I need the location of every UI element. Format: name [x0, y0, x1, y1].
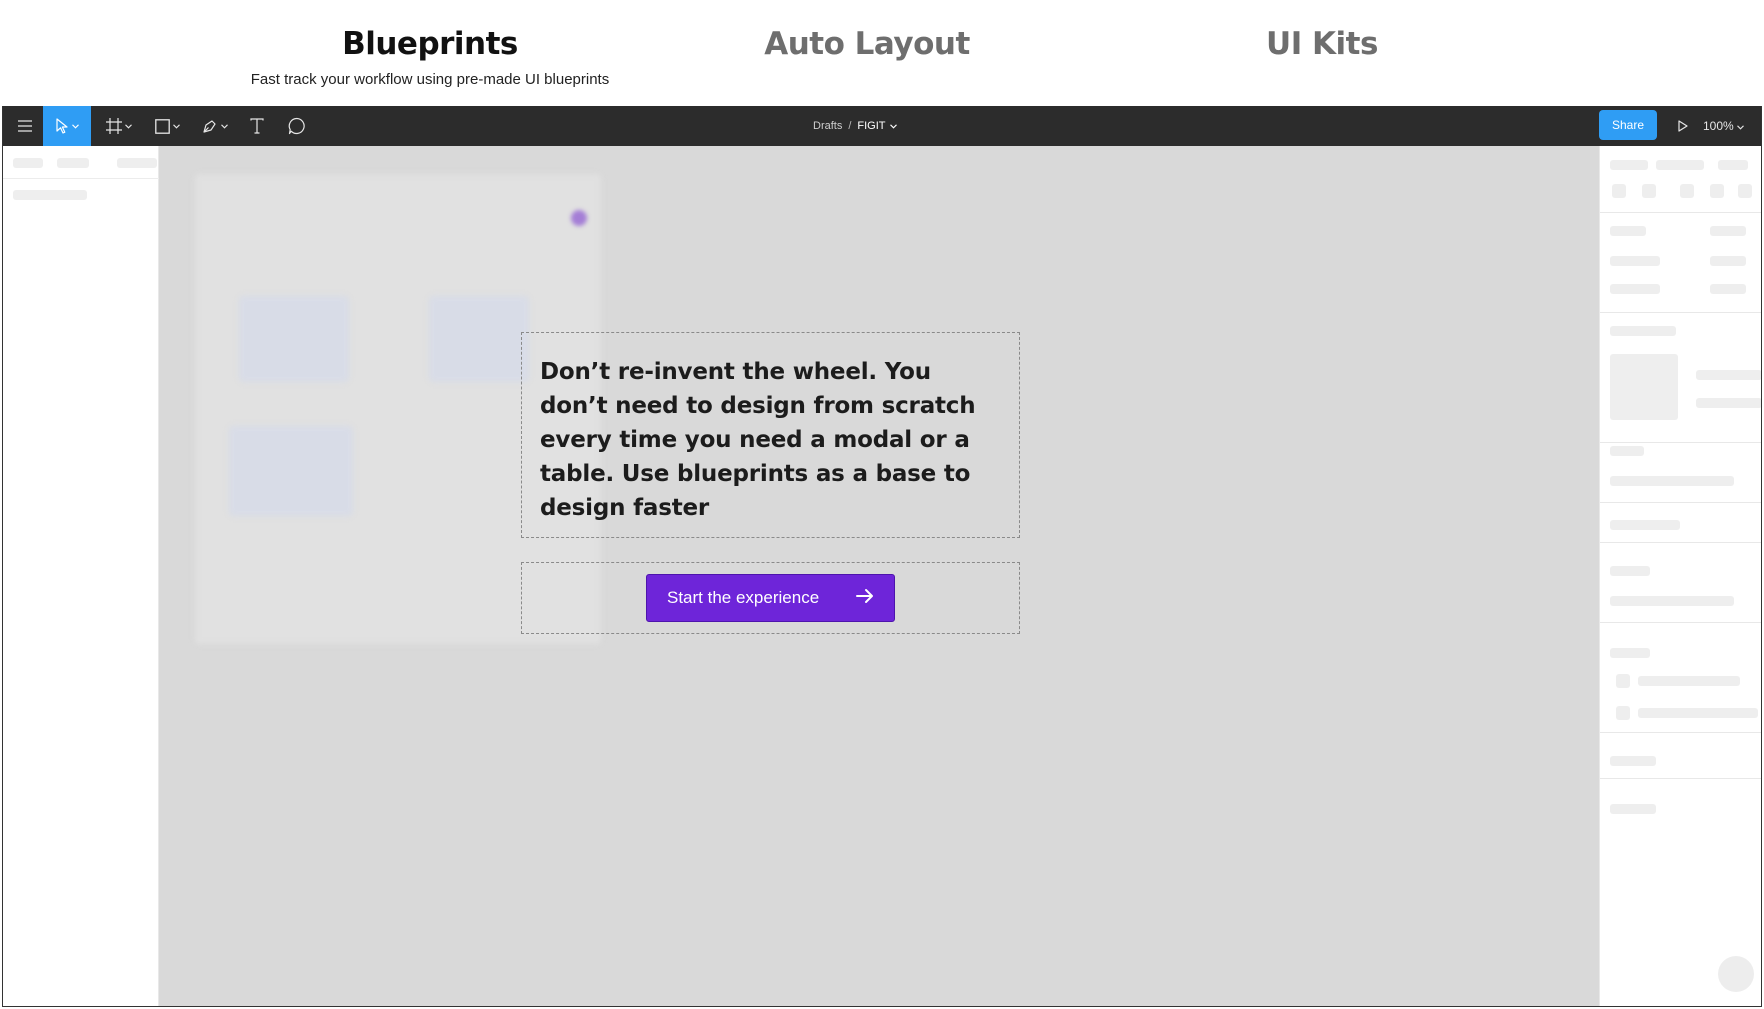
skeleton-square — [1680, 184, 1694, 198]
divider — [1600, 778, 1761, 779]
tab-auto-layout[interactable]: Auto Layout — [667, 26, 1067, 62]
share-button[interactable]: Share — [1599, 110, 1657, 140]
present-button[interactable] — [1669, 106, 1697, 146]
menu-icon — [18, 120, 32, 132]
skeleton-square — [1616, 706, 1630, 720]
menu-button[interactable] — [7, 106, 43, 146]
skeleton-bar — [1710, 256, 1746, 266]
skeleton-thumbnail — [1610, 354, 1678, 420]
divider — [1600, 312, 1761, 313]
feature-tabs: Blueprints Fast track your workflow usin… — [0, 0, 1764, 106]
help-button[interactable] — [1718, 956, 1754, 992]
skeleton-bar — [13, 190, 87, 200]
layers-panel — [3, 146, 159, 1006]
toolbar: Drafts / FIGIT Share 100% — [3, 106, 1761, 146]
zoom-dropdown[interactable]: 100% — [1703, 106, 1744, 146]
tab-blueprints-title: Blueprints — [342, 26, 518, 62]
skeleton-square — [1616, 674, 1630, 688]
chevron-down-icon — [172, 123, 180, 129]
message-text: Don’t re-invent the wheel. You don’t nee… — [540, 359, 976, 521]
frame-icon — [106, 118, 122, 134]
breadcrumb-file[interactable]: FIGIT — [857, 120, 897, 132]
skeleton-bar — [1656, 160, 1704, 170]
breadcrumb: Drafts / FIGIT — [813, 106, 897, 146]
divider — [3, 178, 159, 179]
skeleton-bar — [1696, 370, 1761, 380]
tab-blueprints-subtitle: Fast track your workflow using pre-made … — [250, 71, 610, 88]
divider — [1600, 542, 1761, 543]
blurred-card — [229, 426, 353, 516]
play-icon — [1678, 120, 1688, 132]
rectangle-tool-button[interactable] — [147, 106, 187, 146]
skeleton-bar — [117, 158, 157, 168]
arrow-right-icon — [856, 588, 874, 609]
skeleton-bar — [1610, 756, 1656, 766]
skeleton-bar — [1610, 326, 1676, 336]
message-box: Don’t re-invent the wheel. You don’t nee… — [521, 332, 1020, 538]
skeleton-bar — [1610, 226, 1646, 236]
skeleton-square — [1642, 184, 1656, 198]
comment-icon — [288, 117, 306, 135]
skeleton-bar — [1610, 520, 1680, 530]
skeleton-bar — [1610, 284, 1660, 294]
canvas[interactable]: Don’t re-invent the wheel. You don’t nee… — [159, 146, 1599, 1006]
skeleton-bar — [57, 158, 89, 168]
skeleton-bar — [1718, 160, 1748, 170]
skeleton-bar — [1610, 804, 1656, 814]
skeleton-bar — [1710, 284, 1746, 294]
skeleton-bar — [1696, 398, 1761, 408]
skeleton-square — [1710, 184, 1724, 198]
skeleton-square — [1612, 184, 1626, 198]
blurred-avatar — [571, 210, 587, 226]
chevron-down-icon — [889, 120, 897, 132]
chevron-down-icon — [125, 123, 132, 129]
pen-icon — [202, 118, 218, 134]
breadcrumb-drafts[interactable]: Drafts — [813, 120, 842, 132]
blurred-card — [429, 296, 529, 382]
start-experience-label: Start the experience — [667, 588, 820, 607]
chevron-down-icon — [1736, 119, 1744, 133]
zoom-value: 100% — [1703, 119, 1734, 133]
tab-ui-kits[interactable]: UI Kits — [1122, 26, 1522, 62]
skeleton-bar — [1710, 226, 1746, 236]
divider — [1600, 442, 1761, 443]
divider — [1600, 212, 1761, 213]
divider — [1600, 622, 1761, 623]
skeleton-bar — [1610, 160, 1648, 170]
page: Blueprints Fast track your workflow usin… — [0, 0, 1764, 1009]
rectangle-icon — [154, 118, 170, 134]
tab-ui-kits-title: UI Kits — [1266, 26, 1378, 62]
skeleton-bar — [13, 158, 43, 168]
skeleton-bar — [1638, 708, 1758, 718]
tab-blueprints[interactable]: Blueprints Fast track your workflow usin… — [230, 26, 630, 88]
comment-tool-button[interactable] — [279, 106, 315, 146]
move-tool-button[interactable] — [43, 106, 91, 146]
skeleton-bar — [1610, 446, 1644, 456]
breadcrumb-separator: / — [848, 120, 852, 132]
file-name: FIGIT — [857, 120, 886, 132]
pen-tool-button[interactable] — [195, 106, 235, 146]
skeleton-bar — [1610, 596, 1734, 606]
move-icon — [55, 118, 69, 134]
chevron-down-icon — [221, 123, 228, 129]
text-icon — [250, 118, 264, 134]
frame-tool-button[interactable] — [99, 106, 139, 146]
cta-container: Start the experience — [521, 562, 1020, 634]
divider — [1600, 732, 1761, 733]
text-tool-button[interactable] — [241, 106, 273, 146]
divider — [1600, 502, 1761, 503]
tab-auto-layout-title: Auto Layout — [764, 26, 970, 62]
blurred-card — [239, 296, 349, 382]
skeleton-bar — [1610, 566, 1650, 576]
skeleton-square — [1738, 184, 1752, 198]
skeleton-bar — [1610, 648, 1650, 658]
chevron-down-icon — [72, 123, 79, 129]
skeleton-bar — [1610, 476, 1734, 486]
start-experience-button[interactable]: Start the experience — [646, 574, 895, 622]
editor-window: Drafts / FIGIT Share 100% Don’t re-inven… — [2, 106, 1762, 1007]
properties-panel — [1599, 146, 1761, 1006]
skeleton-bar — [1610, 256, 1660, 266]
skeleton-bar — [1638, 676, 1740, 686]
